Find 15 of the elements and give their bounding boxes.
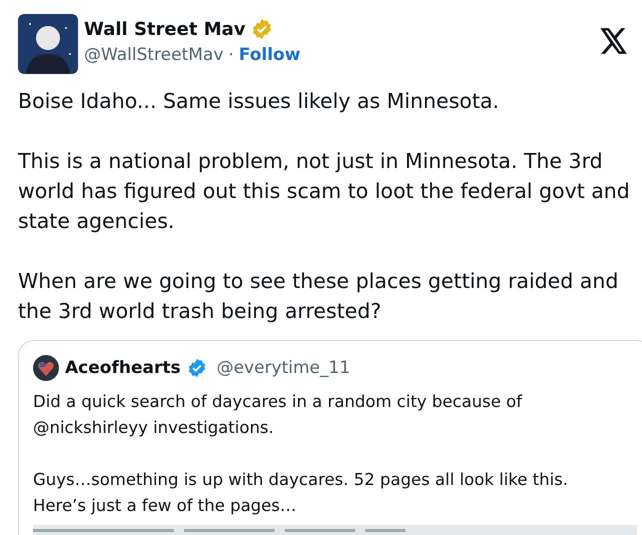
quoted-post-card[interactable] xyxy=(18,340,642,535)
follow-link[interactable]: Follow xyxy=(238,45,300,65)
quoted-author-handle[interactable]: @everytime_11 xyxy=(216,358,350,378)
separator: · xyxy=(228,45,234,65)
author-name[interactable]: Wall Street Mav xyxy=(84,18,246,40)
quoted-post-paragraph: Guys…something is up with daycares. 52 pages all look like this. Here’s just a few of the pages… xyxy=(33,469,570,517)
logo-icon[interactable] xyxy=(600,28,628,54)
avatar-icon[interactable] xyxy=(18,14,78,74)
avatar-icon[interactable] xyxy=(33,355,59,381)
post-paragraph: This is a national problem, not just in Minnesota. The 3rd world has figured out this scam to loot the federal govt and state agencies. xyxy=(18,148,630,235)
post-paragraph: When are we going to see these places getting raided and the 3rd world trash being arrested? xyxy=(18,268,620,325)
quoted-post-paragraph: Did a quick search of daycares in a random city because of @nickshirleyy investigations. xyxy=(33,391,524,439)
author-handle[interactable]: @WallStreetMav xyxy=(84,45,224,65)
quoted-author-name[interactable]: Aceofhearts xyxy=(65,358,181,378)
post-paragraph: Boise Idaho... Same issues likely as Minnesota. xyxy=(18,88,500,115)
